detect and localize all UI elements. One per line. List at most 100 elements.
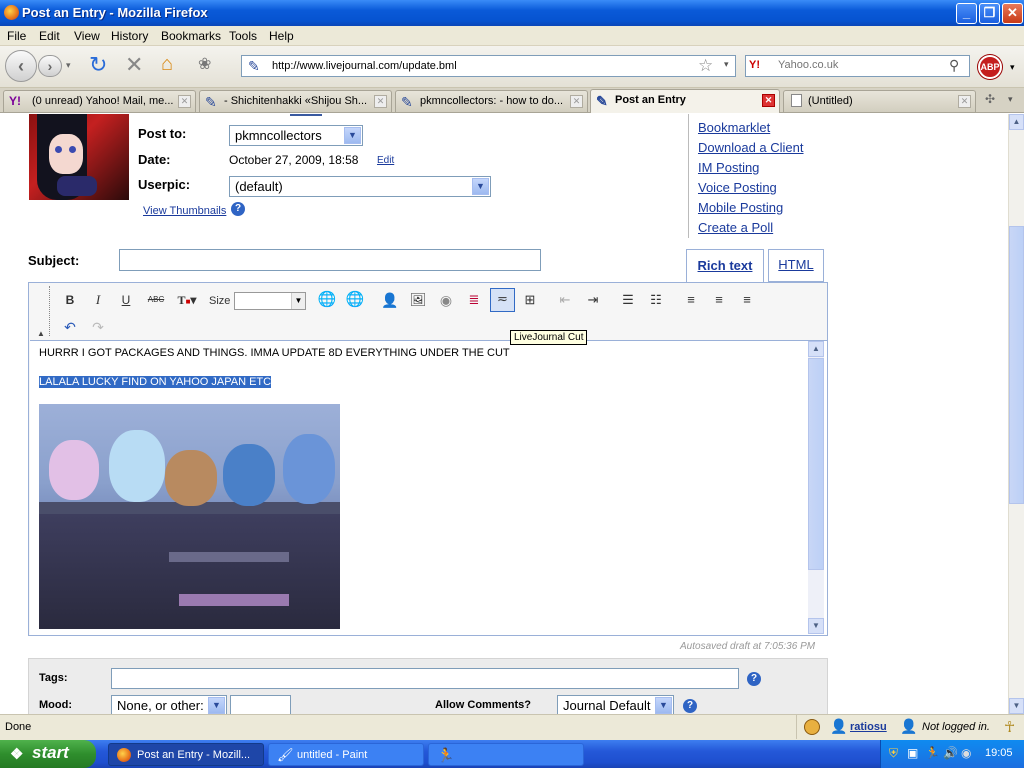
editor-scrollbar[interactable]: ▲ ▼: [808, 341, 824, 634]
stop-icon[interactable]: ✕: [125, 54, 143, 76]
scroll-down-icon[interactable]: ▼: [808, 618, 824, 634]
close-tab-icon[interactable]: ✕: [570, 95, 583, 108]
bold-button[interactable]: B: [60, 290, 80, 310]
menu-tools[interactable]: Tools: [229, 29, 257, 43]
tray-app-icon[interactable]: ◉: [961, 746, 971, 760]
insert-media-icon[interactable]: ◉: [436, 290, 456, 310]
back-button[interactable]: ‹: [5, 50, 37, 82]
help-icon[interactable]: ?: [231, 202, 245, 216]
text-color-button[interactable]: T■▾: [174, 290, 200, 310]
menu-history[interactable]: History: [111, 29, 148, 43]
close-tab-icon[interactable]: ✕: [958, 95, 971, 108]
indent-icon[interactable]: ⇥: [583, 290, 603, 310]
tab-rich-text[interactable]: Rich text: [686, 249, 764, 284]
tab-yahoo-mail[interactable]: Y! (0 unread) Yahoo! Mail, me... ✕: [3, 90, 196, 112]
tab-html[interactable]: HTML: [768, 249, 824, 282]
underline-button[interactable]: U: [116, 290, 136, 310]
ankh-icon[interactable]: ☥: [1004, 718, 1015, 736]
close-tab-icon[interactable]: ✕: [762, 94, 775, 107]
tags-input[interactable]: [111, 668, 739, 689]
download-client-link[interactable]: Download a Client: [698, 140, 804, 155]
page-scrollbar[interactable]: ▲ ▼: [1008, 114, 1024, 714]
extension-icon[interactable]: ❀: [198, 55, 211, 75]
redo-icon[interactable]: ↷: [88, 317, 108, 337]
edit-date-link[interactable]: Edit: [377, 155, 394, 166]
numbered-list-icon[interactable]: ☷: [646, 290, 666, 310]
allow-comments-select[interactable]: Journal Default ▼: [557, 695, 674, 714]
shield-icon[interactable]: ⛨: [889, 746, 898, 761]
scroll-thumb[interactable]: [808, 358, 824, 570]
forward-button[interactable]: ›: [38, 55, 62, 77]
smiley-icon[interactable]: [804, 719, 820, 735]
livejournal-cut-button[interactable]: ≂: [490, 288, 515, 312]
mood-select[interactable]: None, or other: ▼: [111, 695, 227, 714]
restore-button[interactable]: ❐: [979, 3, 1000, 24]
yahoo-engine-icon[interactable]: Y!: [749, 59, 773, 74]
align-right-icon[interactable]: ≡: [737, 290, 757, 310]
url-bar[interactable]: ✎ http://www.livejournal.com/update.bml …: [241, 55, 736, 77]
task-aim[interactable]: 🏃: [428, 743, 584, 766]
menu-bookmarks[interactable]: Bookmarks: [161, 29, 221, 43]
menu-file[interactable]: File: [7, 29, 26, 43]
url-dropdown-icon[interactable]: ▾: [724, 59, 729, 70]
help-icon[interactable]: ?: [747, 672, 761, 686]
adblock-icon[interactable]: ABP: [978, 55, 1002, 79]
menu-view[interactable]: View: [74, 29, 100, 43]
close-button[interactable]: ✕: [1002, 3, 1023, 24]
minimize-button[interactable]: _: [956, 3, 977, 24]
user-icon[interactable]: 👤: [380, 290, 400, 310]
username-link[interactable]: ratiosu: [850, 721, 887, 733]
tab-pkmncollectors[interactable]: ✎ pkmncollectors: - how to do... ✕: [395, 90, 588, 112]
subject-input[interactable]: [119, 249, 541, 271]
bookmarklet-link[interactable]: Bookmarklet: [698, 120, 770, 135]
collapse-toolbar-icon[interactable]: ▲: [37, 329, 45, 338]
home-icon[interactable]: ⌂: [161, 53, 173, 75]
insert-link-icon[interactable]: 🌐: [317, 290, 337, 310]
close-tab-icon[interactable]: ✕: [178, 95, 191, 108]
outdent-icon[interactable]: ⇤: [555, 290, 575, 310]
userpic-select[interactable]: (default) ▼: [229, 176, 491, 197]
insert-poll-icon[interactable]: ≣: [464, 290, 484, 310]
search-input[interactable]: [778, 59, 948, 71]
aim-tray-icon[interactable]: 🏃: [925, 746, 940, 760]
speaker-icon[interactable]: 🔊: [943, 746, 958, 760]
task-firefox[interactable]: Post an Entry - Mozill...: [108, 743, 264, 766]
tab-shichitenhakki[interactable]: ✎ - Shichitenhakki «Shijou Sh... ✕: [199, 90, 392, 112]
scroll-up-icon[interactable]: ▲: [808, 341, 824, 357]
insert-image-icon[interactable]: 🖼: [408, 290, 428, 310]
menu-help[interactable]: Help: [269, 29, 294, 43]
new-tab-icon[interactable]: ✣: [985, 92, 995, 106]
undo-icon[interactable]: ↶: [60, 317, 80, 337]
search-bar[interactable]: Y! ⚲: [745, 55, 970, 77]
start-button[interactable]: ❖ start: [0, 740, 96, 768]
network-icon[interactable]: ▣: [907, 746, 918, 760]
menu-edit[interactable]: Edit: [39, 29, 60, 43]
scroll-down-icon[interactable]: ▼: [1009, 698, 1024, 714]
reload-icon[interactable]: ↻: [89, 54, 107, 76]
remove-link-icon[interactable]: 🌐: [345, 290, 365, 310]
post-to-select[interactable]: pkmncollectors ▼: [229, 125, 363, 146]
custom-mood-input[interactable]: [230, 695, 291, 714]
bullet-list-icon[interactable]: ☰: [618, 290, 638, 310]
strikethrough-button[interactable]: ABC: [144, 290, 168, 310]
align-left-icon[interactable]: ≡: [681, 290, 701, 310]
mobile-posting-link[interactable]: Mobile Posting: [698, 200, 783, 215]
tab-post-entry[interactable]: ✎ Post an Entry ✕: [590, 89, 780, 113]
insert-table-icon[interactable]: ⊞: [520, 290, 540, 310]
help-icon[interactable]: ?: [683, 699, 697, 713]
scroll-up-icon[interactable]: ▲: [1009, 114, 1024, 130]
lj-user-icon[interactable]: 👤: [830, 718, 847, 735]
task-paint[interactable]: 🖌 untitled - Paint: [268, 743, 424, 766]
align-center-icon[interactable]: ≡: [709, 290, 729, 310]
scroll-thumb[interactable]: [1009, 226, 1024, 504]
history-dropdown-icon[interactable]: ▾: [66, 60, 74, 70]
im-posting-link[interactable]: IM Posting: [698, 160, 759, 175]
close-tab-icon[interactable]: ✕: [374, 95, 387, 108]
create-poll-link[interactable]: Create a Poll: [698, 220, 773, 235]
search-icon[interactable]: ⚲: [949, 57, 959, 74]
voice-posting-link[interactable]: Voice Posting: [698, 180, 777, 195]
font-size-select[interactable]: ▼: [234, 292, 306, 310]
tab-untitled[interactable]: (Untitled) ✕: [783, 90, 976, 112]
editor-body[interactable]: HURRR I GOT PACKAGES AND THINGS. IMMA UP…: [30, 340, 827, 635]
tab-list-icon[interactable]: ▾: [1008, 94, 1013, 105]
